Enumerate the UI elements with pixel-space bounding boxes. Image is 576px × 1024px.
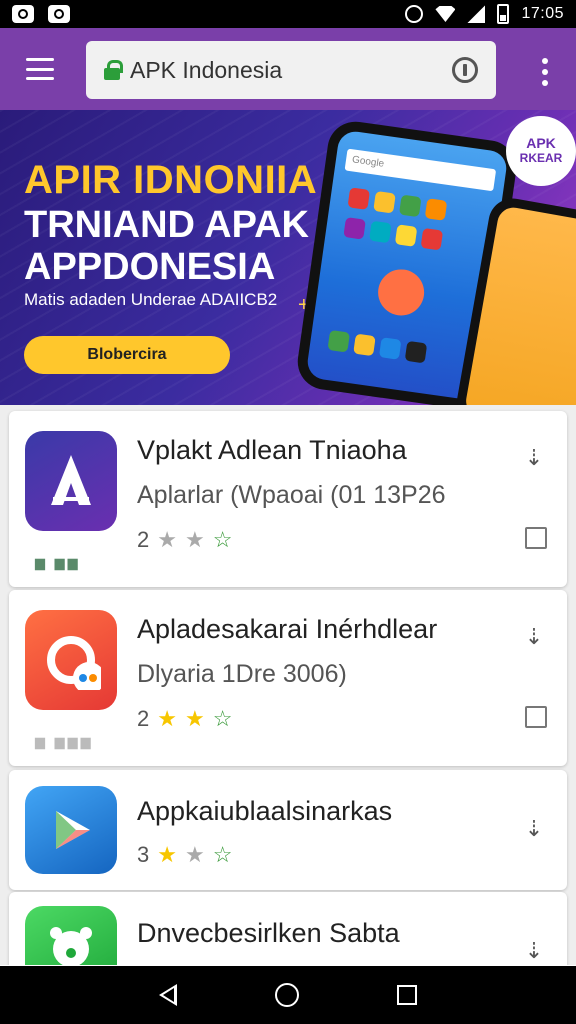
download-icon[interactable]: ⇣ bbox=[523, 816, 545, 842]
signal-icon bbox=[467, 5, 486, 23]
download-icon[interactable]: ⇣ bbox=[523, 938, 545, 964]
select-checkbox[interactable] bbox=[525, 527, 547, 549]
star-icon: ★ bbox=[184, 527, 205, 552]
more-vert-icon[interactable] bbox=[542, 58, 548, 86]
battery-icon bbox=[497, 4, 510, 24]
home-icon[interactable] bbox=[275, 983, 299, 1007]
banner-cta-button[interactable]: Blobercira bbox=[24, 336, 230, 374]
list-item[interactable]: Apladesakarai Inérhdlear Dlyaria 1Dre 30… bbox=[9, 590, 567, 766]
app-subtitle: Dlyaria 1Dre 3006) bbox=[137, 660, 347, 688]
app-list: Vplakt Adlean Tniaoha Aplarlar (Wpaoai (… bbox=[0, 405, 576, 965]
rating-value: 2 bbox=[137, 527, 150, 552]
rating-value: 3 bbox=[137, 842, 150, 867]
tiny-label: ▆ ▆▆ bbox=[35, 555, 81, 570]
app-icon bbox=[25, 610, 117, 710]
app-icon bbox=[25, 786, 117, 874]
browser-toolbar: APK Indonesia bbox=[0, 28, 576, 110]
app-icon bbox=[25, 431, 117, 531]
back-icon[interactable] bbox=[159, 984, 177, 1006]
tiny-label: ▆ ▆▆▆ bbox=[35, 734, 94, 749]
hamburger-icon[interactable] bbox=[26, 58, 54, 80]
list-item[interactable]: Dnvecbesirlken Sabta ⇣ bbox=[9, 892, 567, 965]
app-rating: 2 ★ ★ ☆ bbox=[137, 706, 232, 732]
app-icon bbox=[25, 906, 117, 965]
wifi-icon bbox=[435, 6, 456, 22]
badge-line-2: RKEAR bbox=[519, 151, 563, 165]
lock-icon bbox=[104, 60, 123, 80]
clock: 17:05 bbox=[521, 5, 564, 22]
download-icon[interactable]: ⇣ bbox=[523, 624, 545, 650]
info-icon[interactable] bbox=[452, 57, 478, 83]
app-rating: 2 ★ ★ ☆ bbox=[137, 527, 232, 553]
rating-value: 2 bbox=[137, 706, 150, 731]
address-bar[interactable]: APK Indonesia bbox=[86, 41, 496, 99]
star-outline-icon: ☆ bbox=[212, 706, 233, 731]
notification-icon bbox=[48, 5, 70, 23]
app-title: Apladesakarai Inérhdlear bbox=[137, 614, 438, 644]
list-item[interactable]: Appkaiublaalsinarkas 3 ★ ★ ☆ ⇣ bbox=[9, 770, 567, 890]
app-rating: 3 ★ ★ ☆ bbox=[137, 842, 232, 868]
star-icon: ★ bbox=[184, 706, 205, 731]
star-icon: ★ bbox=[157, 706, 177, 731]
app-notification-icon bbox=[12, 5, 34, 23]
star-icon: ★ bbox=[184, 842, 205, 867]
phone-search-bar: Google bbox=[344, 148, 497, 192]
app-title: Vplakt Adlean Tniaoha bbox=[137, 435, 407, 465]
url-text: APK Indonesia bbox=[130, 56, 283, 83]
system-nav-bar bbox=[0, 966, 576, 1024]
alarm-icon bbox=[405, 5, 424, 23]
badge-line-1: APK bbox=[526, 135, 556, 151]
app-subtitle: Aplarlar (Wpaoai (01 13P26 bbox=[137, 481, 446, 509]
star-icon: ★ bbox=[157, 842, 177, 867]
banner-subtitle: Matis adaden Underae ADAIICB2 bbox=[24, 290, 278, 309]
banner-headline-2: TRNIAND APAK bbox=[24, 204, 309, 246]
list-item[interactable]: Vplakt Adlean Tniaoha Aplarlar (Wpaoai (… bbox=[9, 411, 567, 587]
recents-icon[interactable] bbox=[397, 985, 417, 1005]
apk-badge: APK RKEAR bbox=[506, 116, 576, 186]
banner-headline-3: APPDONESIA bbox=[24, 246, 276, 288]
star-icon: ★ bbox=[157, 527, 177, 552]
select-checkbox[interactable] bbox=[525, 706, 547, 728]
banner-headline-1: APIR IDNONIIA bbox=[24, 158, 318, 202]
download-icon[interactable]: ⇣ bbox=[523, 445, 545, 471]
promo-banner[interactable]: APIR IDNONIIA TRNIAND APAK APPDONESIA Ma… bbox=[0, 110, 576, 405]
app-title: Dnvecbesirlken Sabta bbox=[137, 918, 400, 948]
app-title: Appkaiublaalsinarkas bbox=[137, 796, 393, 826]
star-outline-icon: ☆ bbox=[212, 527, 233, 552]
star-outline-icon: ☆ bbox=[212, 842, 233, 867]
status-bar: 17:05 bbox=[0, 0, 576, 28]
